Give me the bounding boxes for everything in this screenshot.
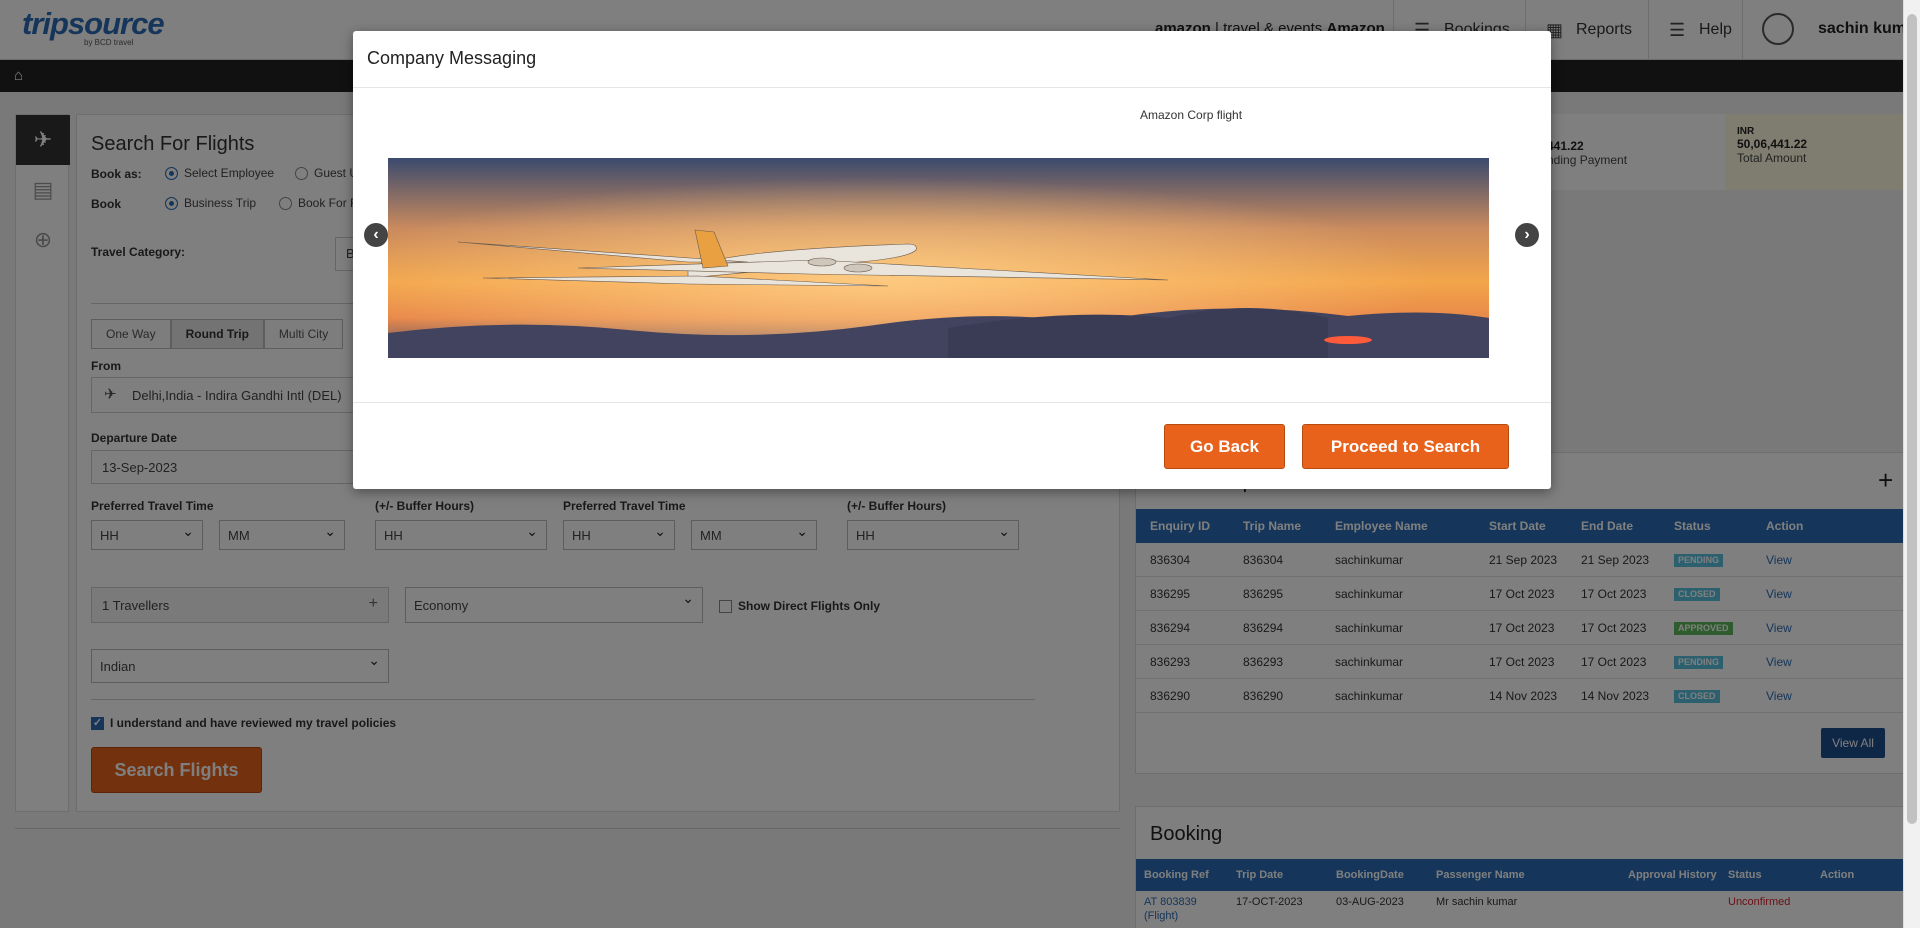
modal-header: Company Messaging [353,31,1551,88]
go-back-button[interactable]: Go Back [1164,424,1285,469]
page-scrollbar[interactable] [1903,0,1920,928]
banner-caption: Amazon Corp flight [1140,108,1243,122]
sunset-airplane-illustration [388,158,1489,358]
carousel-prev-icon[interactable]: ‹ [364,223,388,247]
airplane-banner-image [388,158,1489,358]
proceed-to-search-button[interactable]: Proceed to Search [1302,424,1509,469]
modal-title: Company Messaging [367,48,537,68]
modal-footer-divider [353,402,1551,403]
company-messaging-modal: Company Messaging Amazon Corp flight ‹ ›… [353,31,1551,489]
carousel-next-icon[interactable]: › [1515,223,1539,247]
scrollbar-thumb[interactable] [1907,14,1917,824]
